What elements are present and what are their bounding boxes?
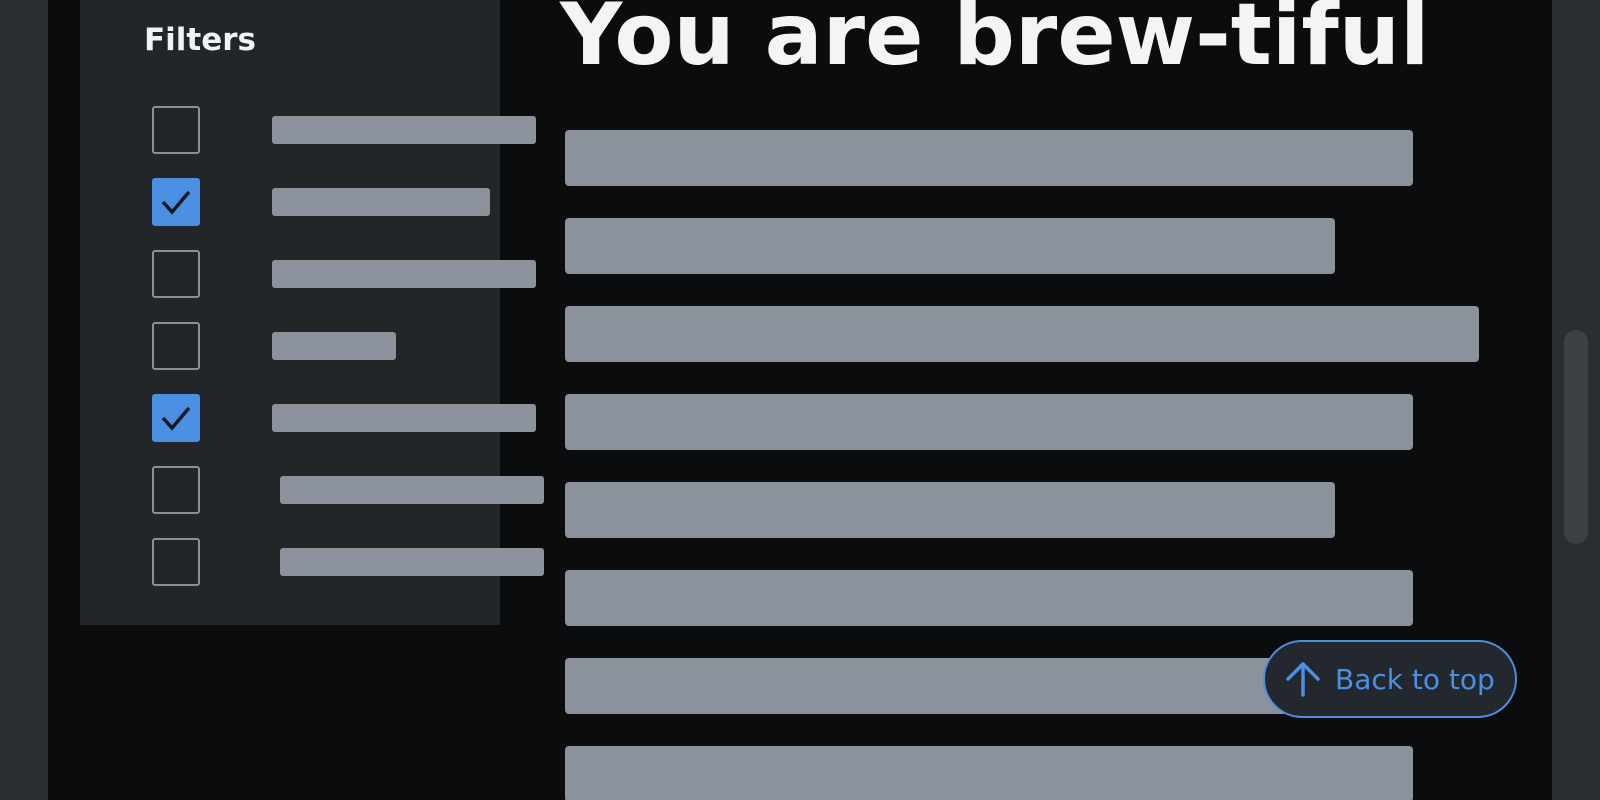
text-line-placeholder <box>565 746 1413 800</box>
back-to-top-button[interactable]: Back to top <box>1263 640 1517 718</box>
filter-label-placeholder <box>272 332 396 360</box>
filter-option[interactable] <box>152 394 536 442</box>
filter-option[interactable] <box>152 538 544 586</box>
filter-checkbox[interactable] <box>152 394 200 442</box>
filter-option[interactable] <box>152 106 536 154</box>
filter-checkbox[interactable] <box>152 322 200 370</box>
filter-label-placeholder <box>280 548 544 576</box>
filter-label-placeholder <box>272 260 536 288</box>
text-line-placeholder <box>565 658 1335 714</box>
scrollbar-thumb[interactable] <box>1564 330 1588 544</box>
text-line-placeholder <box>565 482 1335 538</box>
filters-panel: Filters <box>80 0 544 625</box>
filter-checkbox[interactable] <box>152 106 200 154</box>
text-line-placeholder <box>565 130 1413 186</box>
filter-option[interactable] <box>152 466 544 514</box>
filter-label-placeholder <box>272 188 490 216</box>
filter-label-placeholder <box>272 116 536 144</box>
filter-checkbox[interactable] <box>152 466 200 514</box>
filter-checkbox[interactable] <box>152 538 200 586</box>
text-line-placeholder <box>565 218 1335 274</box>
scrollbar-track[interactable] <box>1564 0 1588 800</box>
arrow-up-icon <box>1286 662 1320 697</box>
filter-option[interactable] <box>152 250 536 298</box>
filter-label-placeholder <box>272 404 536 432</box>
filters-title: Filters <box>144 22 257 58</box>
filter-option[interactable] <box>152 178 512 226</box>
filter-checkbox[interactable] <box>152 178 200 226</box>
back-to-top-label: Back to top <box>1335 662 1495 696</box>
page-headline: You are brew-tiful <box>560 0 1430 85</box>
checkmark-icon <box>161 406 191 431</box>
filter-option[interactable] <box>152 322 512 370</box>
text-line-placeholder <box>565 570 1413 626</box>
filter-checkbox[interactable] <box>152 250 200 298</box>
filter-label-placeholder <box>280 476 544 504</box>
text-line-placeholder <box>565 394 1413 450</box>
checkmark-icon <box>161 190 191 215</box>
text-line-placeholder <box>565 306 1479 362</box>
